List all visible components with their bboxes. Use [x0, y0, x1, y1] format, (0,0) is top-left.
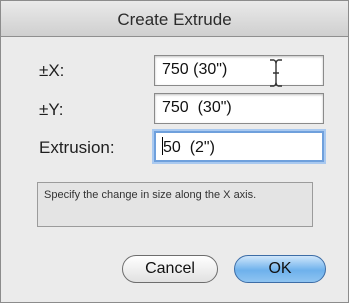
- create-extrude-dialog: Create Extrude ±X: 750 (30") ±Y: 750 (30…: [0, 0, 349, 303]
- x-field[interactable]: 750 (30"): [154, 55, 324, 86]
- y-field[interactable]: 750 (30"): [154, 93, 324, 124]
- title-bar[interactable]: Create Extrude: [1, 1, 348, 37]
- extrusion-value: 50 (2"): [163, 139, 215, 156]
- x-label: ±X:: [39, 61, 65, 80]
- extrusion-field[interactable]: 50 (2"): [154, 131, 324, 162]
- text-ibeam-cursor-icon: [270, 59, 282, 87]
- help-text-box: Specify the change in size along the X a…: [37, 182, 313, 227]
- y-label: ±Y:: [39, 100, 64, 119]
- dialog-title: Create Extrude: [117, 10, 232, 29]
- cancel-button[interactable]: Cancel: [122, 255, 218, 283]
- extrusion-label: Extrusion:: [39, 138, 115, 157]
- ok-button[interactable]: OK: [234, 255, 326, 283]
